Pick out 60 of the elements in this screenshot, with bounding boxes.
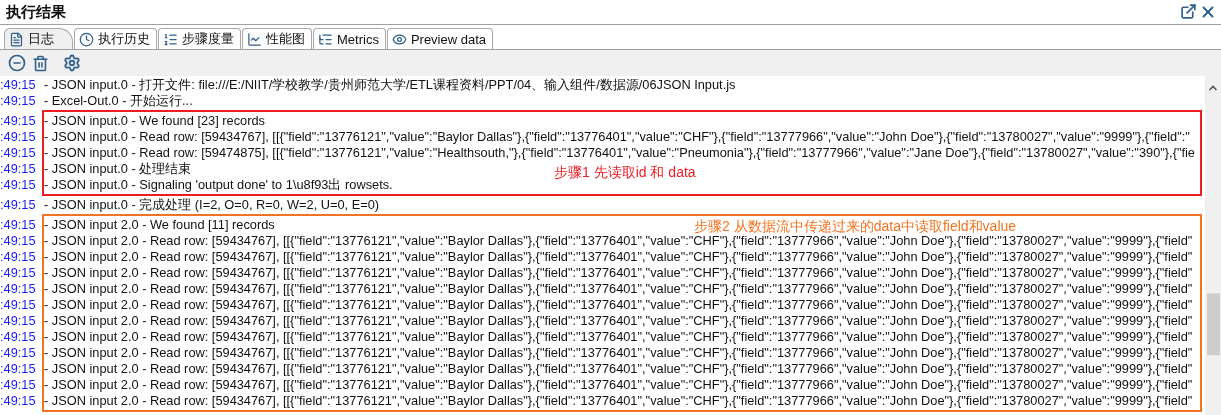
log-timestamp: :49:15 xyxy=(0,77,37,93)
log-message: - JSON input.0 - Read row: [59474875], [[{"field":"13776121","value":"Healthsouth,"},{"field":"13776401","value":"Pneumonia"},{"field":"13777966","value":"Jane Doe"},{"field":"13780027","value":"390"},{"fie xyxy=(44,145,1195,161)
log-message: - JSON input 2.0 - Read row: [59434767], [[{"field":"13776121","value":"Baylor Dallas"},{"field":"13776401","value":"CHF"},{"field":"13777966","value":"John Doe"},{"field":"13780027","value":"9999"},{"field" xyxy=(44,249,1193,265)
log-timestamp: :49:15 xyxy=(0,233,37,249)
settings-button[interactable] xyxy=(63,54,81,72)
log-message: - JSON input 2.0 - Read row: [59434767], [[{"field":"13776121","value":"Baylor Dallas"},{"field":"13776401","value":"CHF"},{"field":"13777966","value":"John Doe"},{"field":"13780027","value":"9999"},{"field" xyxy=(44,265,1193,281)
notepad-icon xyxy=(9,31,24,47)
eye-icon xyxy=(391,31,407,47)
clock-icon xyxy=(79,31,94,47)
tab[interactable]: 步骤度量 xyxy=(158,28,241,49)
log-message: - JSON input 2.0 - We found [11] records xyxy=(44,217,275,233)
log-timestamp: :49:15 xyxy=(0,345,37,361)
log-message: - JSON input.0 - 打开文件: file:///E:/NIIT/学校教学/贵州师范大学/ETL课程资料/PPT/04、输入组件/数据源/06JSON Input.js xyxy=(44,77,736,93)
log-timestamp: :49:15 xyxy=(0,393,37,409)
log-timestamp: :49:15 xyxy=(0,93,37,109)
log-timestamp: :49:15 xyxy=(0,329,37,345)
log-timestamp: :49:15 xyxy=(0,129,37,145)
tab[interactable]: 日志 xyxy=(4,28,73,49)
log-message: - JSON input 2.0 - Read row: [59434767], [[{"field":"13776121","value":"Baylor Dallas"},{"field":"13776401","value":"CHF"},{"field":"13777966","value":"John Doe"},{"field":"13780027","value":"9999"},{"field" xyxy=(44,233,1193,249)
log-message: - JSON input 2.0 - Read row: [59434767], [[{"field":"13776121","value":"Baylor Dallas"},{"field":"13776401","value":"CHF"},{"field":"13777966","value":"John Doe"},{"field":"13780027","value":"9999"},{"field" xyxy=(44,329,1193,345)
log-message: - JSON input 2.0 - Read row: [59434767], [[{"field":"13776121","value":"Baylor Dallas"},{"field":"13776401","value":"CHF"},{"field":"13777966","value":"John Doe"},{"field":"13780027","value":"9999"},{"field" xyxy=(44,361,1193,377)
log-timestamp: :49:15 xyxy=(0,265,37,281)
log-message: - JSON input.0 - 处理结束 xyxy=(44,161,192,177)
tab[interactable]: 性能图 xyxy=(242,28,312,49)
log-timestamp: :49:15 xyxy=(0,161,37,177)
log-message: - JSON input.0 - 完成处理 (I=2, O=0, R=0, W=2, U=0, E=0) xyxy=(44,197,380,213)
log-timestamp: :49:15 xyxy=(0,113,37,129)
log-message: - JSON input 2.0 - Read row: [59434767], [[{"field":"13776121","value":"Baylor Dallas"},{"field":"13776401","value":"CHF"},{"field":"13777966","value":"John Doe"},{"field":"13780027","value":"9999"},{"field" xyxy=(44,313,1193,329)
log-message: - JSON input.0 - Read row: [59434767], [[{"field":"13776121","value":"Baylor Dallas"},{"field":"13776401","value":"CHF"},{"field":"13777966","value":"John Doe"},{"field":"13780027","value":"9999"},{"field":" xyxy=(44,129,1190,145)
log-message: - JSON input 2.0 - Read row: [59434767], [[{"field":"13776121","value":"Baylor Dallas"},{"field":"13776401","value":"CHF"},{"field":"13777966","value":"John Doe"},{"field":"13780027","value":"9999"},{"field" xyxy=(44,297,1193,313)
log-message: - JSON input.0 - We found [23] records xyxy=(44,113,265,129)
tab[interactable]: Preview data xyxy=(386,28,494,49)
log-message: - JSON input 2.0 - Read row: [59434767], [[{"field":"13776121","value":"Baylor Dallas"},{"field":"13776401","value":"CHF"},{"field":"13777966","value":"John Doe"},{"field":"13780027","value":"9999"},{"field" xyxy=(44,281,1193,297)
close-button[interactable] xyxy=(1199,3,1217,21)
stop-button[interactable] xyxy=(8,54,26,72)
log-timestamp: :49:15 xyxy=(0,249,37,265)
log-timestamp: :49:15 xyxy=(0,297,37,313)
log-timestamp: :49:15 xyxy=(0,177,37,193)
popout-button[interactable] xyxy=(1180,3,1197,21)
log-timestamp: :49:15 xyxy=(0,145,37,161)
log-timestamp: :49:15 xyxy=(0,361,37,377)
annotation-label: 步骤1 先读取id 和 data xyxy=(554,164,696,182)
numbered-list-icon xyxy=(163,31,178,47)
log-timestamp: :49:15 xyxy=(0,217,37,233)
tab[interactable]: Metrics xyxy=(313,28,386,49)
panel-title: 执行结果 xyxy=(6,2,66,22)
delete-button[interactable] xyxy=(32,54,49,72)
log-message: - JSON input.0 - Signaling 'output done' to 1\u8f93出 rowsets. xyxy=(44,177,393,193)
annotation-label: 步骤2 从数据流中传递过来的data中读取field和value xyxy=(694,218,1017,236)
log-timestamp: :49:15 xyxy=(0,313,37,329)
tab[interactable]: 执行历史 xyxy=(74,28,157,49)
log-message: - JSON input 2.0 - Read row: [59434767], [[{"field":"13776121","value":"Baylor Dallas"},{"field":"13776401","value":"CHF"},{"field":"13777966","value":"John Doe"},{"field":"13780027","value":"9999"},{"field" xyxy=(44,377,1193,393)
log-message: - JSON input 2.0 - Read row: [59434767], [[{"field":"13776121","value":"Baylor Dallas"},{"field":"13776401","value":"CHF"},{"field":"13777966","value":"John Doe"},{"field":"13780027","value":"9999"},{"field" xyxy=(44,393,1193,409)
line-chart-icon xyxy=(247,31,262,47)
log-message: - Excel-Out.0 - 开始运行... xyxy=(44,93,193,109)
log-timestamp: :49:15 xyxy=(0,377,37,393)
log-timestamp: :49:15 xyxy=(0,281,37,297)
tree-list-icon xyxy=(318,31,333,47)
log-message: - JSON input 2.0 - Read row: [59434767], [[{"field":"13776121","value":"Baylor Dallas"},{"field":"13776401","value":"CHF"},{"field":"13777966","value":"John Doe"},{"field":"13780027","value":"9999"},{"field" xyxy=(44,345,1193,361)
log-timestamp: :49:15 xyxy=(0,197,37,213)
